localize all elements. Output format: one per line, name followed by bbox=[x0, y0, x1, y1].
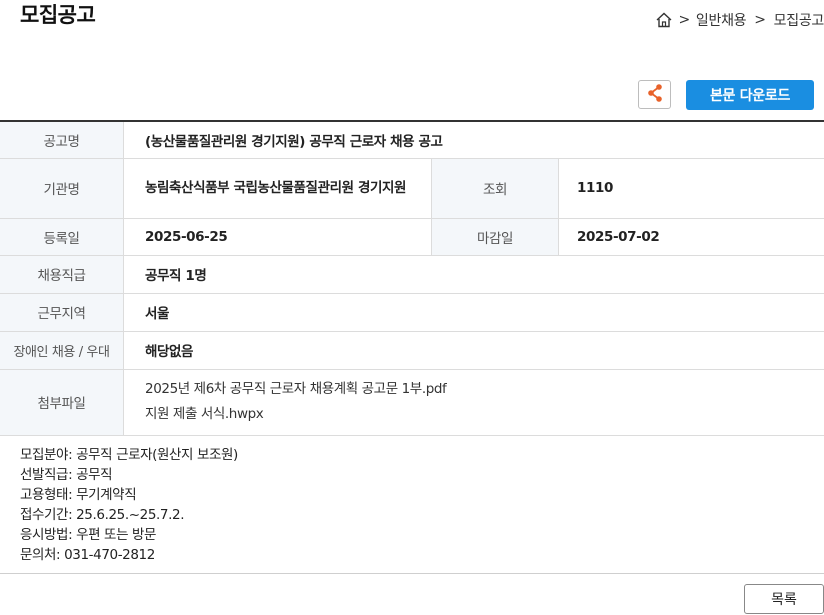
home-icon[interactable] bbox=[655, 11, 673, 29]
agency-label: 기관명 bbox=[0, 158, 124, 219]
deadline-label: 마감일 bbox=[431, 218, 559, 256]
breadcrumb-separator: > bbox=[678, 12, 690, 28]
breadcrumb-item-recruit[interactable]: 일반채용 bbox=[696, 10, 747, 30]
breadcrumb-item-notice[interactable]: 모집공고 bbox=[774, 10, 824, 30]
disability-label: 장애인 채용 / 우대 bbox=[0, 331, 124, 370]
reg-date-label: 등록일 bbox=[0, 218, 124, 256]
grade-value: 공무직 1명 bbox=[123, 255, 824, 294]
posting-description: 모집분야: 공무직 근로자(원산지 보조원) 선발직급: 공무직 고용형태: 무… bbox=[20, 445, 238, 565]
breadcrumb: > 일반채용 > 모집공고 bbox=[655, 10, 824, 30]
table-row: 채용직급 공무직 1명 bbox=[0, 255, 824, 294]
table-row: 장애인 채용 / 우대 해당없음 bbox=[0, 331, 824, 370]
views-label: 조회 bbox=[431, 158, 559, 219]
attachments-label: 첨부파일 bbox=[0, 369, 124, 436]
reg-date-value: 2025-06-25 bbox=[123, 218, 432, 256]
description-line: 선발직급: 공무직 bbox=[20, 467, 113, 483]
region-label: 근무지역 bbox=[0, 293, 124, 332]
divider bbox=[0, 573, 824, 574]
region-value: 서울 bbox=[123, 293, 824, 332]
share-icon bbox=[646, 83, 664, 107]
posting-info-table: 공고명 (농산물품질관리원 경기지원) 공무직 근로자 채용 공고 기관명 농림… bbox=[0, 120, 824, 436]
table-row: 공고명 (농산물품질관리원 경기지원) 공무직 근로자 채용 공고 bbox=[0, 121, 824, 159]
download-body-button[interactable]: 본문 다운로드 bbox=[686, 80, 814, 110]
grade-label: 채용직급 bbox=[0, 255, 124, 294]
page-title: 모집공고 bbox=[20, 3, 96, 27]
attachments-list: 2025년 제6차 공무직 근로자 채용계획 공고문 1부.pdf 지원 제출 … bbox=[123, 369, 824, 436]
table-row: 등록일 2025-06-25 마감일 2025-07-02 bbox=[0, 218, 824, 256]
posting-title: (농산물품질관리원 경기지원) 공무직 근로자 채용 공고 bbox=[123, 121, 824, 159]
table-row: 첨부파일 2025년 제6차 공무직 근로자 채용계획 공고문 1부.pdf 지… bbox=[0, 369, 824, 436]
description-line: 모집분야: 공무직 근로자(원산지 보조원) bbox=[20, 447, 238, 463]
agency-value: 농림축산식품부 국립농산물품질관리원 경기지원 bbox=[123, 158, 432, 219]
disability-value: 해당없음 bbox=[123, 331, 824, 370]
table-row: 근무지역 서울 bbox=[0, 293, 824, 332]
attachment-link[interactable]: 지원 제출 서식.hwpx bbox=[145, 402, 824, 427]
description-line: 고용형태: 무기계약직 bbox=[20, 487, 137, 503]
description-line: 문의처: 031-470-2812 bbox=[20, 547, 155, 563]
description-line: 접수기간: 25.6.25.~25.7.2. bbox=[20, 507, 185, 523]
attachment-link[interactable]: 2025년 제6차 공무직 근로자 채용계획 공고문 1부.pdf bbox=[145, 377, 824, 402]
breadcrumb-separator: > bbox=[754, 12, 766, 28]
title-label: 공고명 bbox=[0, 121, 124, 159]
share-button[interactable] bbox=[638, 80, 671, 109]
description-line: 응시방법: 우편 또는 방문 bbox=[20, 527, 157, 543]
deadline-value: 2025-07-02 bbox=[558, 218, 824, 256]
table-row: 기관명 농림축산식품부 국립농산물품질관리원 경기지원 조회 1110 bbox=[0, 158, 824, 219]
list-button[interactable]: 목록 bbox=[744, 584, 824, 614]
views-value: 1110 bbox=[558, 158, 824, 219]
